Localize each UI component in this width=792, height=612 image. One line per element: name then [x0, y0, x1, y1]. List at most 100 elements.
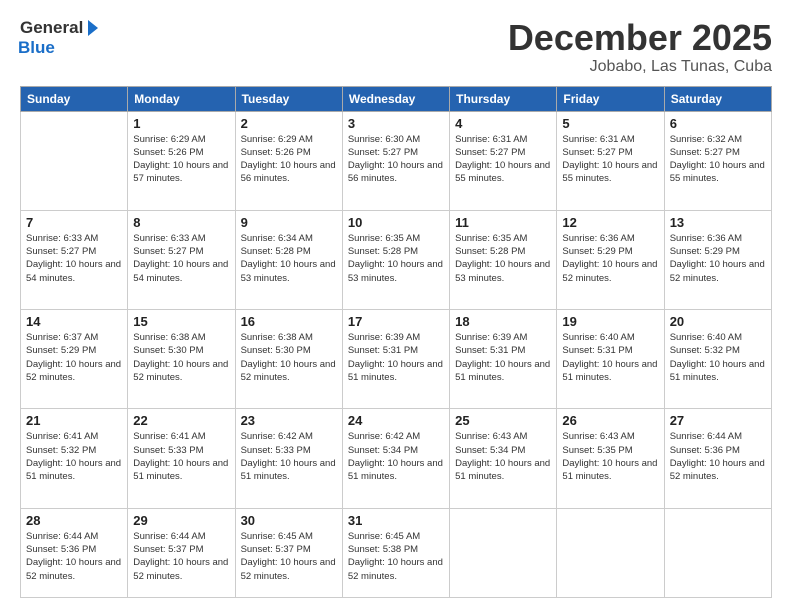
day-cell: 2 Sunrise: 6:29 AM Sunset: 5:26 PM Daylig…: [235, 111, 342, 210]
day-number: 9: [241, 215, 337, 230]
day-cell: 15Sunrise: 6:38 AM Sunset: 5:30 PM Dayli…: [128, 310, 235, 409]
logo-arrow-icon: [88, 20, 98, 36]
day-cell: 21Sunrise: 6:41 AM Sunset: 5:32 PM Dayli…: [21, 409, 128, 508]
day-number: 18: [455, 314, 551, 329]
day-cell: 7 Sunrise: 6:33 AM Sunset: 5:27 PM Daylig…: [21, 210, 128, 309]
day-info: Sunrise: 6:36 AM Sunset: 5:29 PM Dayligh…: [670, 232, 766, 285]
month-title: December 2025: [508, 18, 772, 58]
day-info: Sunrise: 6:31 AM Sunset: 5:27 PM Dayligh…: [562, 133, 658, 186]
day-info: Sunrise: 6:29 AM Sunset: 5:26 PM Dayligh…: [241, 133, 337, 186]
week-row-3: 14 Sunrise: 6:37 AM Sunset: 5:29 PM Dayli…: [21, 310, 772, 409]
calendar-table: SundayMondayTuesdayWednesdayThursdayFrid…: [20, 86, 772, 598]
day-cell: 18 Sunrise: 6:39 AM Sunset: 5:31 PM Dayli…: [450, 310, 557, 409]
day-info: Sunrise: 6:35 AM Sunset: 5:28 PM Dayligh…: [348, 232, 444, 285]
day-number: 8: [133, 215, 229, 230]
day-info: Sunrise: 6:41 AM Sunset: 5:33 PM Dayligh…: [133, 430, 229, 483]
day-cell: 23 Sunrise: 6:42 AM Sunset: 5:33 PM Dayli…: [235, 409, 342, 508]
column-header-saturday: Saturday: [664, 86, 771, 111]
logo-general-text: General: [20, 18, 83, 38]
day-number: 16: [241, 314, 337, 329]
day-cell: 27Sunrise: 6:44 AM Sunset: 5:36 PM Dayli…: [664, 409, 771, 508]
day-number: 22: [133, 413, 229, 428]
day-number: 27: [670, 413, 766, 428]
day-number: 3: [348, 116, 444, 131]
day-info: Sunrise: 6:39 AM Sunset: 5:31 PM Dayligh…: [455, 331, 551, 384]
day-number: 11: [455, 215, 551, 230]
day-info: Sunrise: 6:40 AM Sunset: 5:32 PM Dayligh…: [670, 331, 766, 384]
day-info: Sunrise: 6:37 AM Sunset: 5:29 PM Dayligh…: [26, 331, 122, 384]
day-info: Sunrise: 6:43 AM Sunset: 5:35 PM Dayligh…: [562, 430, 658, 483]
column-header-wednesday: Wednesday: [342, 86, 449, 111]
column-header-thursday: Thursday: [450, 86, 557, 111]
day-number: 25: [455, 413, 551, 428]
day-cell: 24 Sunrise: 6:42 AM Sunset: 5:34 PM Dayli…: [342, 409, 449, 508]
day-cell: 30 Sunrise: 6:45 AM Sunset: 5:37 PM Dayli…: [235, 508, 342, 597]
day-number: 20: [670, 314, 766, 329]
day-number: 23: [241, 413, 337, 428]
day-cell: 28Sunrise: 6:44 AM Sunset: 5:36 PM Dayli…: [21, 508, 128, 597]
day-cell: [450, 508, 557, 597]
day-cell: 25 Sunrise: 6:43 AM Sunset: 5:34 PM Dayli…: [450, 409, 557, 508]
column-header-monday: Monday: [128, 86, 235, 111]
day-cell: 17Sunrise: 6:39 AM Sunset: 5:31 PM Dayli…: [342, 310, 449, 409]
header-row: SundayMondayTuesdayWednesdayThursdayFrid…: [21, 86, 772, 111]
day-number: 15: [133, 314, 229, 329]
day-cell: 16 Sunrise: 6:38 AM Sunset: 5:30 PM Dayli…: [235, 310, 342, 409]
day-info: Sunrise: 6:45 AM Sunset: 5:37 PM Dayligh…: [241, 530, 337, 583]
day-cell: 5 Sunrise: 6:31 AM Sunset: 5:27 PM Daylig…: [557, 111, 664, 210]
day-cell: [664, 508, 771, 597]
day-number: 13: [670, 215, 766, 230]
day-info: Sunrise: 6:39 AM Sunset: 5:31 PM Dayligh…: [348, 331, 444, 384]
day-info: Sunrise: 6:33 AM Sunset: 5:27 PM Dayligh…: [133, 232, 229, 285]
day-info: Sunrise: 6:33 AM Sunset: 5:27 PM Dayligh…: [26, 232, 122, 285]
column-header-sunday: Sunday: [21, 86, 128, 111]
day-cell: 26 Sunrise: 6:43 AM Sunset: 5:35 PM Dayli…: [557, 409, 664, 508]
day-number: 5: [562, 116, 658, 131]
day-info: Sunrise: 6:32 AM Sunset: 5:27 PM Dayligh…: [670, 133, 766, 186]
day-cell: 31Sunrise: 6:45 AM Sunset: 5:38 PM Dayli…: [342, 508, 449, 597]
day-cell: 13 Sunrise: 6:36 AM Sunset: 5:29 PM Dayli…: [664, 210, 771, 309]
day-info: Sunrise: 6:42 AM Sunset: 5:33 PM Dayligh…: [241, 430, 337, 483]
day-number: 30: [241, 513, 337, 528]
day-info: Sunrise: 6:38 AM Sunset: 5:30 PM Dayligh…: [241, 331, 337, 384]
day-cell: 22 Sunrise: 6:41 AM Sunset: 5:33 PM Dayli…: [128, 409, 235, 508]
week-row-1: 1Sunrise: 6:29 AM Sunset: 5:26 PM Daylig…: [21, 111, 772, 210]
logo: General Blue: [20, 18, 98, 58]
column-header-tuesday: Tuesday: [235, 86, 342, 111]
day-cell: 3 Sunrise: 6:30 AM Sunset: 5:27 PM Daylig…: [342, 111, 449, 210]
page: General Blue December 2025 Jobabo, Las T…: [0, 0, 792, 612]
location-title: Jobabo, Las Tunas, Cuba: [508, 58, 772, 76]
day-number: 7: [26, 215, 122, 230]
day-info: Sunrise: 6:35 AM Sunset: 5:28 PM Dayligh…: [455, 232, 551, 285]
logo-blue-text: Blue: [18, 38, 55, 58]
week-row-4: 21Sunrise: 6:41 AM Sunset: 5:32 PM Dayli…: [21, 409, 772, 508]
day-number: 19: [562, 314, 658, 329]
day-number: 24: [348, 413, 444, 428]
day-cell: 14 Sunrise: 6:37 AM Sunset: 5:29 PM Dayli…: [21, 310, 128, 409]
day-number: 31: [348, 513, 444, 528]
day-number: 4: [455, 116, 551, 131]
day-info: Sunrise: 6:44 AM Sunset: 5:37 PM Dayligh…: [133, 530, 229, 583]
day-cell: 4Sunrise: 6:31 AM Sunset: 5:27 PM Daylig…: [450, 111, 557, 210]
day-cell: 12Sunrise: 6:36 AM Sunset: 5:29 PM Dayli…: [557, 210, 664, 309]
day-info: Sunrise: 6:42 AM Sunset: 5:34 PM Dayligh…: [348, 430, 444, 483]
column-header-friday: Friday: [557, 86, 664, 111]
day-cell: 11 Sunrise: 6:35 AM Sunset: 5:28 PM Dayli…: [450, 210, 557, 309]
day-info: Sunrise: 6:40 AM Sunset: 5:31 PM Dayligh…: [562, 331, 658, 384]
day-cell: 19 Sunrise: 6:40 AM Sunset: 5:31 PM Dayli…: [557, 310, 664, 409]
day-cell: 1Sunrise: 6:29 AM Sunset: 5:26 PM Daylig…: [128, 111, 235, 210]
day-number: 2: [241, 116, 337, 131]
day-cell: [21, 111, 128, 210]
day-number: 14: [26, 314, 122, 329]
day-info: Sunrise: 6:43 AM Sunset: 5:34 PM Dayligh…: [455, 430, 551, 483]
day-cell: 10Sunrise: 6:35 AM Sunset: 5:28 PM Dayli…: [342, 210, 449, 309]
week-row-2: 7 Sunrise: 6:33 AM Sunset: 5:27 PM Daylig…: [21, 210, 772, 309]
day-info: Sunrise: 6:36 AM Sunset: 5:29 PM Dayligh…: [562, 232, 658, 285]
day-cell: 9 Sunrise: 6:34 AM Sunset: 5:28 PM Daylig…: [235, 210, 342, 309]
day-number: 21: [26, 413, 122, 428]
day-cell: 8 Sunrise: 6:33 AM Sunset: 5:27 PM Daylig…: [128, 210, 235, 309]
week-row-5: 28Sunrise: 6:44 AM Sunset: 5:36 PM Dayli…: [21, 508, 772, 597]
day-info: Sunrise: 6:34 AM Sunset: 5:28 PM Dayligh…: [241, 232, 337, 285]
day-info: Sunrise: 6:30 AM Sunset: 5:27 PM Dayligh…: [348, 133, 444, 186]
day-number: 26: [562, 413, 658, 428]
